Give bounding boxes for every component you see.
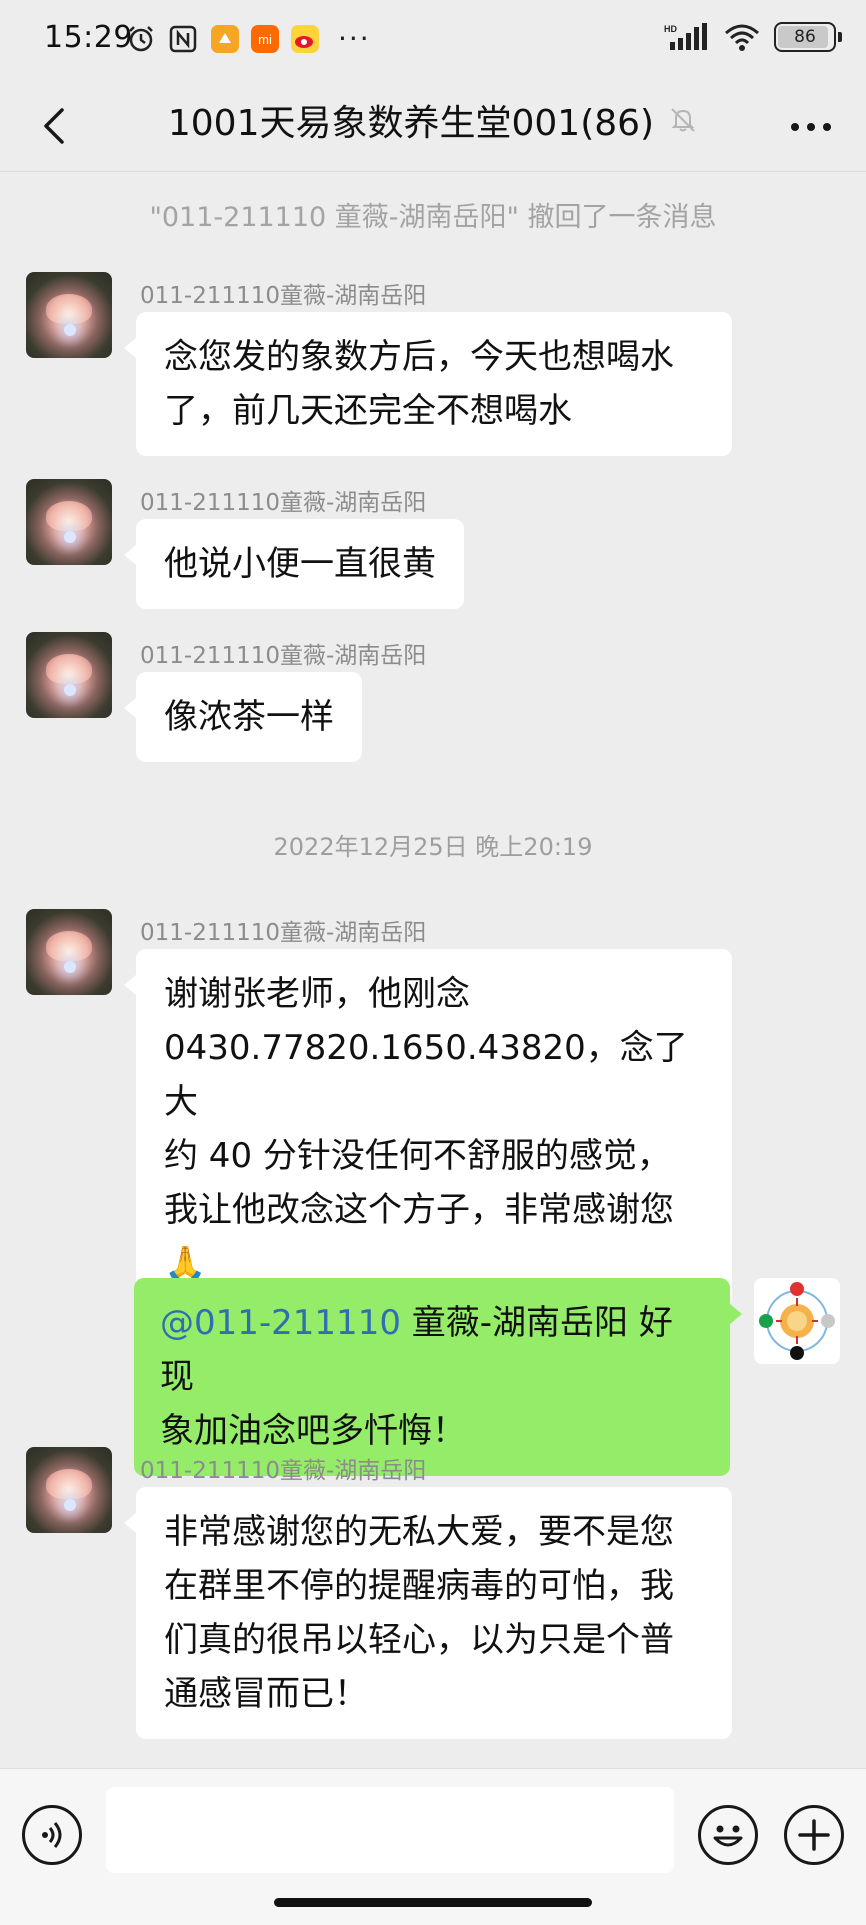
sender-name: 011-211110童薇-湖南岳阳: [140, 283, 427, 309]
message-bubble[interactable]: 谢谢张老师，他刚念 0430.77820.1650.43820，念了大 约 40…: [124, 949, 732, 1309]
battery-indicator: 86: [774, 22, 842, 52]
more-functions-button[interactable]: [784, 1805, 844, 1865]
chat-header: 1001天易象数养生堂001(86): [0, 80, 866, 172]
message-input[interactable]: [106, 1787, 674, 1873]
message-bubble-outgoing[interactable]: @011-211110 童薇-湖南岳阳 好现 象加油念吧多忏悔！: [134, 1278, 742, 1476]
voice-button[interactable]: [22, 1805, 82, 1865]
message-line: 我让他改念这个方子，非常感谢您: [164, 1190, 674, 1230]
message-bubble[interactable]: 他说小便一直很黄: [124, 519, 464, 609]
message-line: 他说小便一直很黄: [164, 544, 436, 584]
avatar[interactable]: [26, 1447, 112, 1533]
message-line: @011-211110 童薇-湖南岳阳 好现: [160, 1296, 704, 1404]
message-line: 像浓茶一样: [164, 697, 334, 737]
sender-name: 011-211110童薇-湖南岳阳: [140, 1458, 427, 1484]
sender-name: 011-211110童薇-湖南岳阳: [140, 920, 427, 946]
svg-text:HD: HD: [664, 24, 677, 34]
nfc-icon: [169, 25, 197, 53]
message-bubble[interactable]: 像浓茶一样: [124, 672, 362, 762]
mi-store-icon: mi: [251, 25, 279, 53]
bell-off-icon: [671, 108, 695, 132]
message-line: 约 40 分针没任何不舒服的感觉，: [164, 1136, 671, 1176]
avatar-diagram-icon: [759, 1282, 835, 1360]
chat-title-group: 1001天易象数养生堂001(86): [0, 94, 866, 146]
time-divider: 2022年12月25日 晚上20:19: [273, 833, 593, 861]
avatar[interactable]: [26, 909, 112, 995]
recall-notice: "011-211110 童薇-湖南岳阳" 撤回了一条消息: [149, 202, 717, 233]
chat-info-button[interactable]: [786, 102, 836, 152]
avatar[interactable]: [26, 479, 112, 565]
svg-text:mi: mi: [258, 32, 272, 47]
mention-link[interactable]: @011-211110: [160, 1303, 401, 1343]
message-line: 象加油念吧多忏悔！: [160, 1411, 466, 1451]
sender-name: 011-211110童薇-湖南岳阳: [140, 490, 427, 516]
status-right: HD 86: [664, 22, 842, 52]
battery-text: 86: [794, 27, 816, 47]
message-line: 们真的很吊以轻心，以为只是个普: [164, 1620, 674, 1660]
emoji-button[interactable]: [698, 1805, 758, 1865]
message-bubble[interactable]: 非常感谢您的无私大爱，要不是您 在群里不停的提醒病毒的可怕，我 们真的很吊以轻心…: [124, 1487, 732, 1739]
more-notifications-icon: ···: [338, 22, 371, 55]
voice-icon: [42, 1822, 62, 1848]
status-bar: 15:29 mi ··· HD 86: [0, 0, 866, 80]
avatar[interactable]: [26, 632, 112, 718]
more-dots-icon: [791, 123, 831, 131]
message-line: 非常感谢您的无私大爱，要不是您: [164, 1512, 674, 1552]
home-indicator[interactable]: [274, 1898, 592, 1907]
weibo-icon: [291, 25, 319, 53]
alarm-icon: [129, 26, 153, 52]
message-line: 0430.77820.1650.43820，念了大: [164, 1028, 688, 1122]
message-line: 通感冒而已！: [164, 1674, 368, 1714]
wifi-icon: [725, 24, 759, 51]
plus-icon: [798, 1819, 830, 1851]
message-line: 念您发的象数方后，今天也想喝水: [164, 337, 674, 377]
sender-name: 011-211110童薇-湖南岳阳: [140, 643, 427, 669]
chat-title: 1001天易象数养生堂001(86): [167, 103, 655, 144]
my-avatar[interactable]: [754, 1278, 840, 1364]
message-line: 了，前几天还完全不想喝水: [164, 391, 572, 431]
message-line: 在群里不停的提醒病毒的可怕，我: [164, 1566, 674, 1606]
status-time: 15:29: [44, 20, 133, 55]
app-notification-icon: [211, 25, 239, 53]
signal-icon: HD: [664, 23, 707, 50]
message-line: 谢谢张老师，他刚念: [164, 974, 470, 1014]
avatar[interactable]: [26, 272, 112, 358]
emoji-icon: [713, 1825, 743, 1847]
message-bubble[interactable]: 念您发的象数方后，今天也想喝水 了，前几天还完全不想喝水: [124, 312, 732, 456]
